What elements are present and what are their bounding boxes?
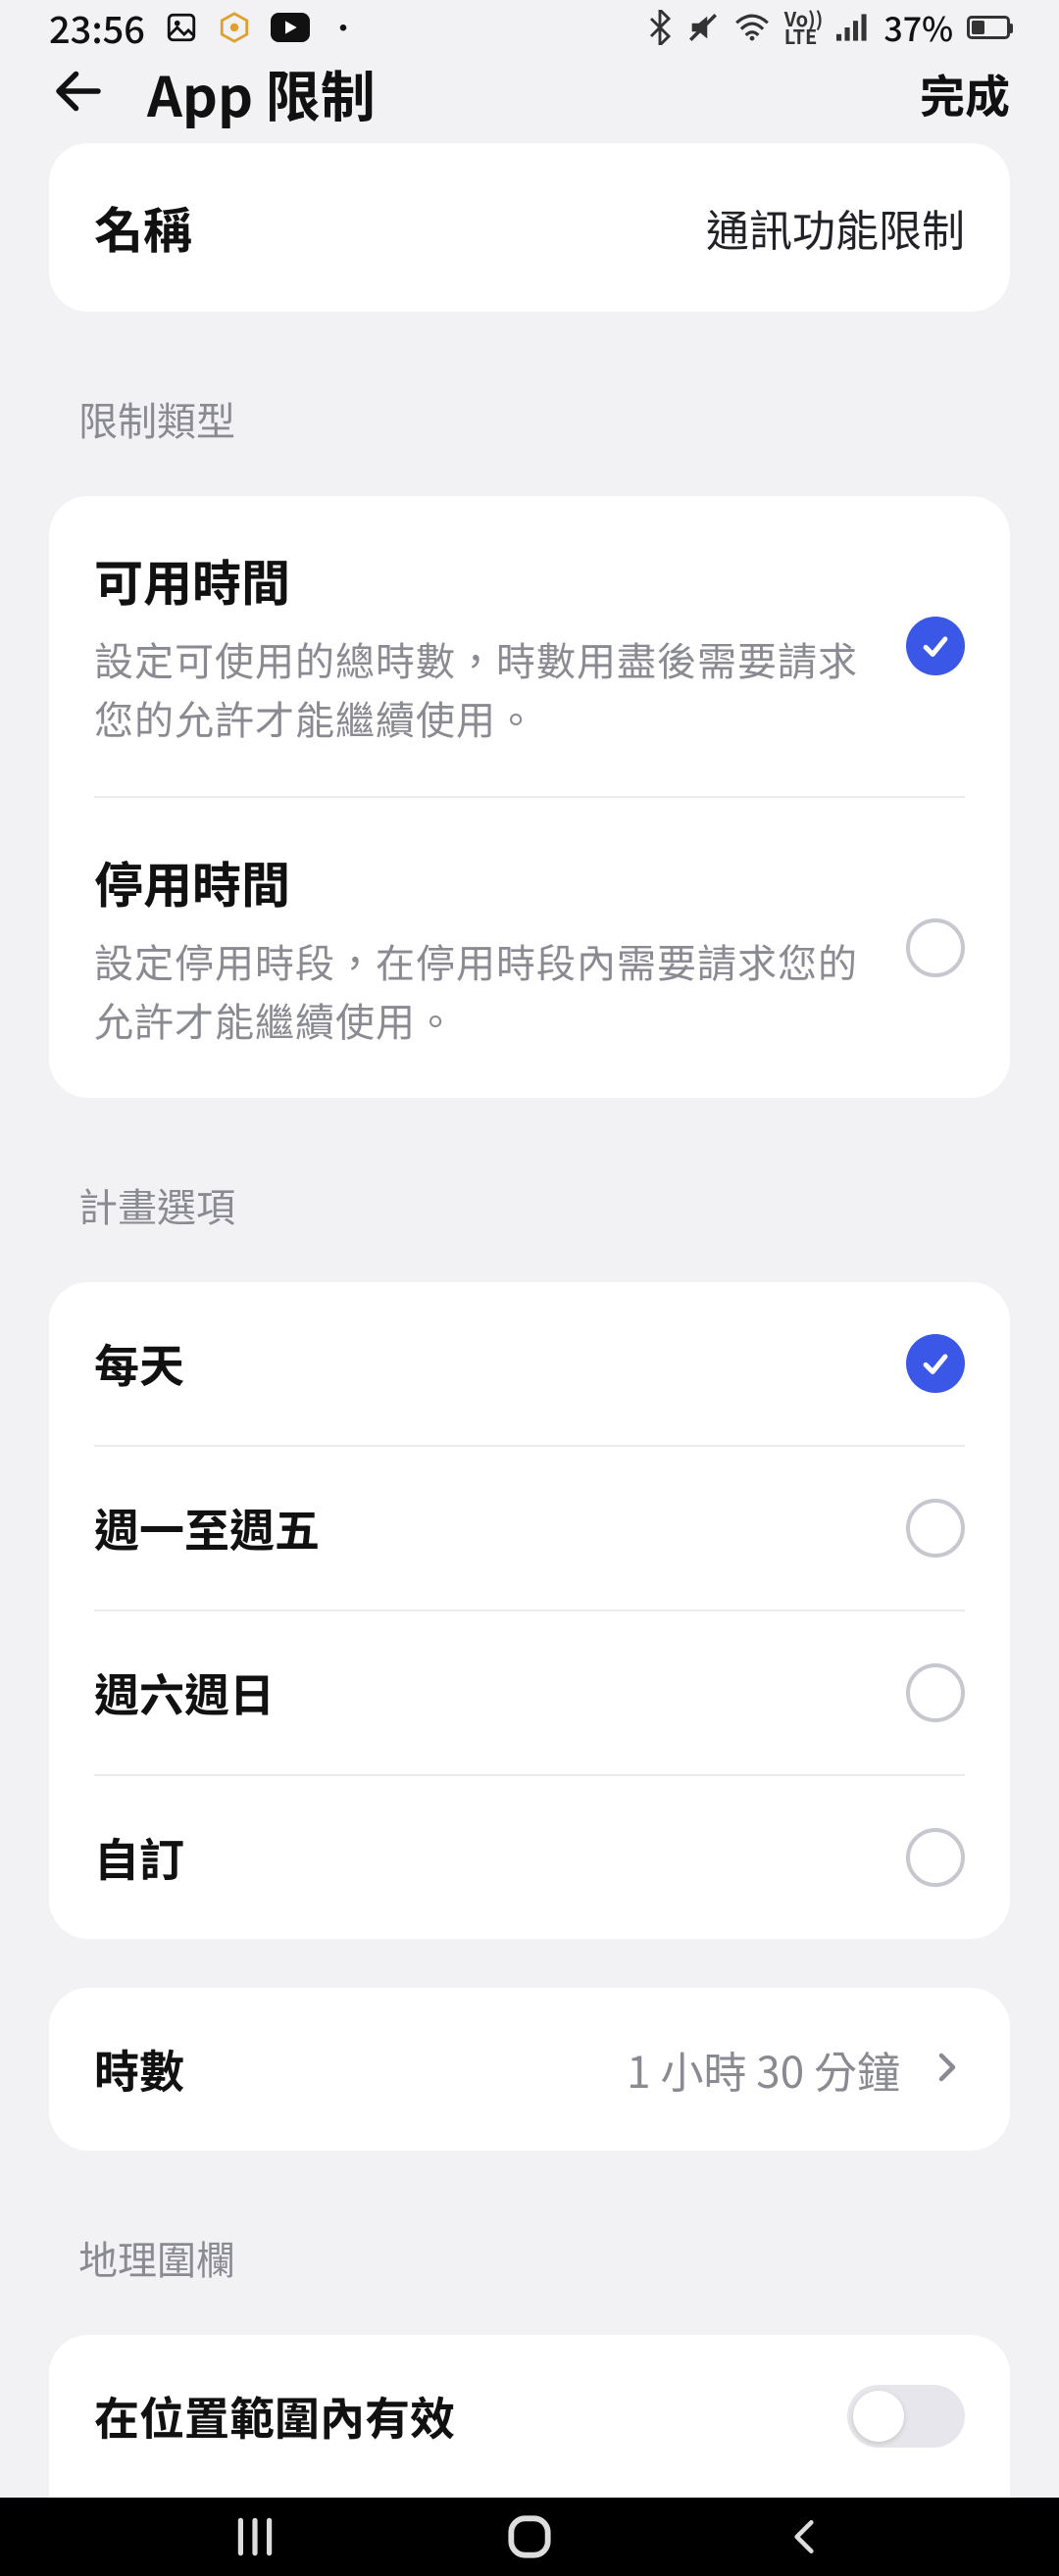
radio-unchecked-icon	[906, 1663, 965, 1722]
wifi-icon	[733, 13, 771, 42]
nav-recent-button[interactable]	[216, 2498, 294, 2576]
status-bar: 23:56 • Vo))LTE 37%	[0, 0, 1059, 54]
radio-unchecked-icon	[906, 1499, 965, 1558]
plan-label: 自訂	[94, 1825, 877, 1890]
plan-label: 週一至週五	[94, 1496, 877, 1560]
dot-icon: •	[329, 8, 357, 47]
checkmark-icon	[906, 617, 965, 675]
battery-icon	[967, 16, 1010, 39]
section-restrict-type: 限制類型	[49, 312, 1010, 496]
plan-option-weekdays[interactable]: 週一至週五	[49, 1447, 1010, 1610]
bluetooth-icon	[647, 10, 673, 45]
hours-label: 時數	[94, 2037, 597, 2102]
gallery-icon	[165, 11, 198, 44]
geo-label: 在位置範圍內有效	[94, 2384, 818, 2449]
radio-unchecked-icon	[906, 918, 965, 977]
restrict-option-available[interactable]: 可用時間 設定可使用的總時數，時數用盡後需要請求您的允許才能繼續使用。	[49, 496, 1010, 796]
geo-card: 在位置範圍內有效	[49, 2335, 1010, 2498]
plan-label: 週六週日	[94, 1660, 877, 1725]
nav-bar	[0, 2498, 1059, 2576]
restrict-type-card: 可用時間 設定可使用的總時數，時數用盡後需要請求您的允許才能繼續使用。 停用時間…	[49, 496, 1010, 1098]
nav-back-button[interactable]	[765, 2498, 843, 2576]
done-button[interactable]: 完成	[920, 62, 1010, 126]
restrict-option-downtime[interactable]: 停用時間 設定停用時段，在停用時段內需要請求您的允許才能繼續使用。	[49, 798, 1010, 1098]
hours-card[interactable]: 時數 1 小時 30 分鐘	[49, 1988, 1010, 2151]
checkmark-icon	[906, 1334, 965, 1393]
chevron-right-icon	[930, 2050, 965, 2090]
restrict-option-desc: 設定停用時段，在停用時段內需要請求您的允許才能繼續使用。	[94, 931, 877, 1049]
battery-percent: 37%	[883, 3, 953, 51]
plan-option-weekend[interactable]: 週六週日	[49, 1611, 1010, 1774]
restrict-option-title: 可用時間	[94, 545, 877, 616]
mute-icon	[686, 11, 720, 44]
section-plan: 計畫選項	[49, 1098, 1010, 1282]
radio-unchecked-icon	[906, 1828, 965, 1887]
geo-switch[interactable]	[847, 2385, 965, 2448]
plan-option-custom[interactable]: 自訂	[49, 1776, 1010, 1939]
plan-option-daily[interactable]: 每天	[49, 1282, 1010, 1445]
signal-icon	[836, 13, 870, 42]
name-label: 名稱	[94, 192, 677, 263]
header: App 限制 完成	[0, 54, 1059, 133]
youtube-icon	[271, 13, 310, 42]
volte-icon: Vo))LTE	[784, 10, 824, 45]
back-button[interactable]	[49, 62, 108, 125]
nav-home-button[interactable]	[490, 2498, 569, 2576]
plan-card: 每天 週一至週五 週六週日 自訂	[49, 1282, 1010, 1939]
restrict-option-title: 停用時間	[94, 847, 877, 917]
section-geo: 地理圍欄	[49, 2151, 1010, 2335]
geo-row[interactable]: 在位置範圍內有效	[49, 2335, 1010, 2498]
status-time: 23:56	[49, 0, 145, 54]
page-title: App 限制	[147, 54, 881, 133]
hex-icon	[218, 11, 251, 44]
name-card[interactable]: 名稱 通訊功能限制	[49, 143, 1010, 312]
name-value: 通訊功能限制	[706, 196, 965, 259]
plan-label: 每天	[94, 1331, 877, 1396]
restrict-option-desc: 設定可使用的總時數，時數用盡後需要請求您的允許才能繼續使用。	[94, 629, 877, 747]
hours-value: 1 小時 30 分鐘	[627, 2038, 900, 2101]
